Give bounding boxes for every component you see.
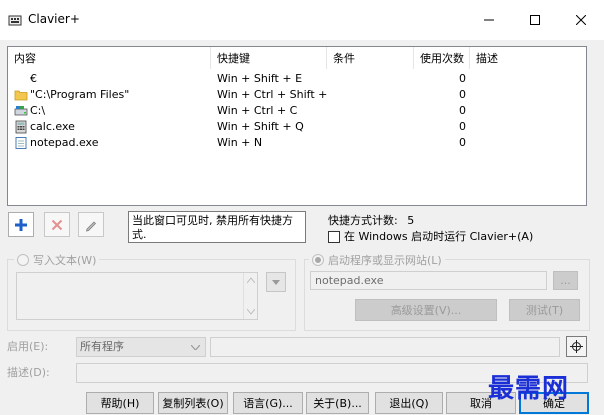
disable-shortcuts-info: 当此窗口可见时, 禁用所有快捷方式. [128, 211, 306, 243]
minimize-icon [484, 19, 494, 21]
folder-icon [14, 90, 28, 101]
startup-checkbox[interactable] [328, 231, 340, 243]
startup-label: 在 Windows 启动时运行 Clavier+(A) [344, 230, 534, 243]
list-header: 内容 快捷键 条件 使用次数 描述 [8, 47, 586, 69]
delete-shortcut-button[interactable] [44, 212, 70, 237]
shortcut-count-text: 快捷方式计数: [328, 214, 398, 227]
column-header-shortcut[interactable]: 快捷键 [211, 47, 327, 69]
plus-icon [15, 218, 27, 231]
help-button[interactable]: 帮助(H) [86, 392, 154, 414]
radio-dot [315, 257, 321, 263]
column-header-content[interactable]: 内容 [8, 47, 211, 69]
edit-shortcut-button[interactable] [78, 212, 104, 237]
row-content: C:\ [30, 104, 46, 117]
row-shortcut: Win + Ctrl + Shift + P [217, 88, 329, 101]
special-char-dropdown[interactable] [266, 272, 286, 292]
write-text-label: 写入文本(W) [33, 254, 97, 267]
table-row[interactable]: "C:\Program Files" Win + Ctrl + Shift + … [8, 87, 586, 103]
shortcut-count-value: 5 [407, 214, 415, 227]
row-content: "C:\Program Files" [30, 88, 130, 101]
test-button[interactable]: 测试(T) [509, 299, 580, 321]
program-condition-input[interactable] [210, 337, 560, 357]
column-header-condition[interactable]: 条件 [327, 47, 414, 69]
row-count: 0 [459, 72, 466, 85]
shortcut-list[interactable]: 内容 快捷键 条件 使用次数 描述 € Win + Shift + E 0 "C… [7, 46, 587, 206]
program-filter-select[interactable]: 所有程序 [76, 337, 206, 357]
row-content: calc.exe [30, 120, 75, 133]
column-header-count[interactable]: 使用次数 [414, 47, 470, 69]
calculator-icon [15, 120, 27, 134]
launch-radio[interactable] [312, 254, 324, 266]
notepad-icon [15, 137, 27, 149]
title-bar: Clavier+ [0, 0, 604, 40]
watermark-text: 最需网 [488, 374, 570, 404]
row-count: 0 [459, 136, 466, 149]
row-shortcut: Win + Shift + E [217, 72, 303, 85]
close-button[interactable] [558, 0, 604, 40]
write-text-option[interactable]: 写入文本(W) [14, 252, 100, 268]
description-label: 描述(D): [7, 366, 50, 379]
scroll-down-icon [247, 309, 255, 315]
add-shortcut-button[interactable] [8, 212, 34, 237]
close-icon [576, 15, 586, 25]
row-shortcut: Win + N [217, 136, 263, 149]
row-content: notepad.exe [30, 136, 99, 149]
window-title: Clavier+ [28, 12, 80, 26]
program-filter-value: 所有程序 [80, 340, 124, 353]
text-input[interactable] [16, 272, 258, 320]
row-shortcut: Win + Shift + Q [217, 120, 304, 133]
chevron-down-icon [191, 345, 200, 350]
chevron-down-icon [272, 279, 280, 285]
language-button[interactable]: 语言(G)... [233, 392, 303, 414]
enable-label: 启用(E): [7, 340, 49, 353]
delete-icon [51, 219, 63, 230]
launch-option[interactable]: 启动程序或显示网站(L) [309, 252, 445, 268]
maximize-icon [530, 15, 540, 25]
scroll-up-icon [247, 277, 255, 283]
row-count: 0 [459, 120, 466, 133]
launch-label: 启动程序或显示网站(L) [328, 254, 442, 267]
row-count: 0 [459, 88, 466, 101]
exit-button[interactable]: 退出(Q) [375, 392, 443, 414]
drive-icon [14, 106, 28, 116]
window-picker-button[interactable] [566, 336, 587, 357]
table-row[interactable]: € Win + Shift + E 0 [8, 71, 586, 87]
table-row[interactable]: C:\ Win + Ctrl + C 0 [8, 103, 586, 119]
row-count: 0 [459, 104, 466, 117]
row-content: € [30, 72, 37, 85]
maximize-button[interactable] [512, 0, 558, 40]
table-row[interactable]: notepad.exe Win + N 0 [8, 135, 586, 151]
copy-list-button[interactable]: 复制列表(O) [158, 392, 228, 414]
program-path-input[interactable]: notepad.exe [310, 271, 547, 290]
column-header-description[interactable]: 描述 [470, 47, 586, 69]
shortcut-count-label: 快捷方式计数: 5 [328, 214, 414, 228]
browse-button[interactable]: ... [553, 271, 578, 290]
table-row[interactable]: calc.exe Win + Shift + Q 0 [8, 119, 586, 135]
advanced-settings-button[interactable]: 高级设置(V)... [355, 299, 497, 321]
write-text-radio[interactable] [17, 254, 29, 266]
text-scrollbar[interactable] [243, 273, 257, 319]
crosshair-icon [570, 340, 583, 353]
row-shortcut: Win + Ctrl + C [217, 104, 298, 117]
minimize-button[interactable] [466, 0, 512, 40]
about-button[interactable]: 关于(B)... [306, 392, 369, 414]
pencil-icon [86, 221, 96, 231]
keyboard-icon [8, 15, 22, 26]
